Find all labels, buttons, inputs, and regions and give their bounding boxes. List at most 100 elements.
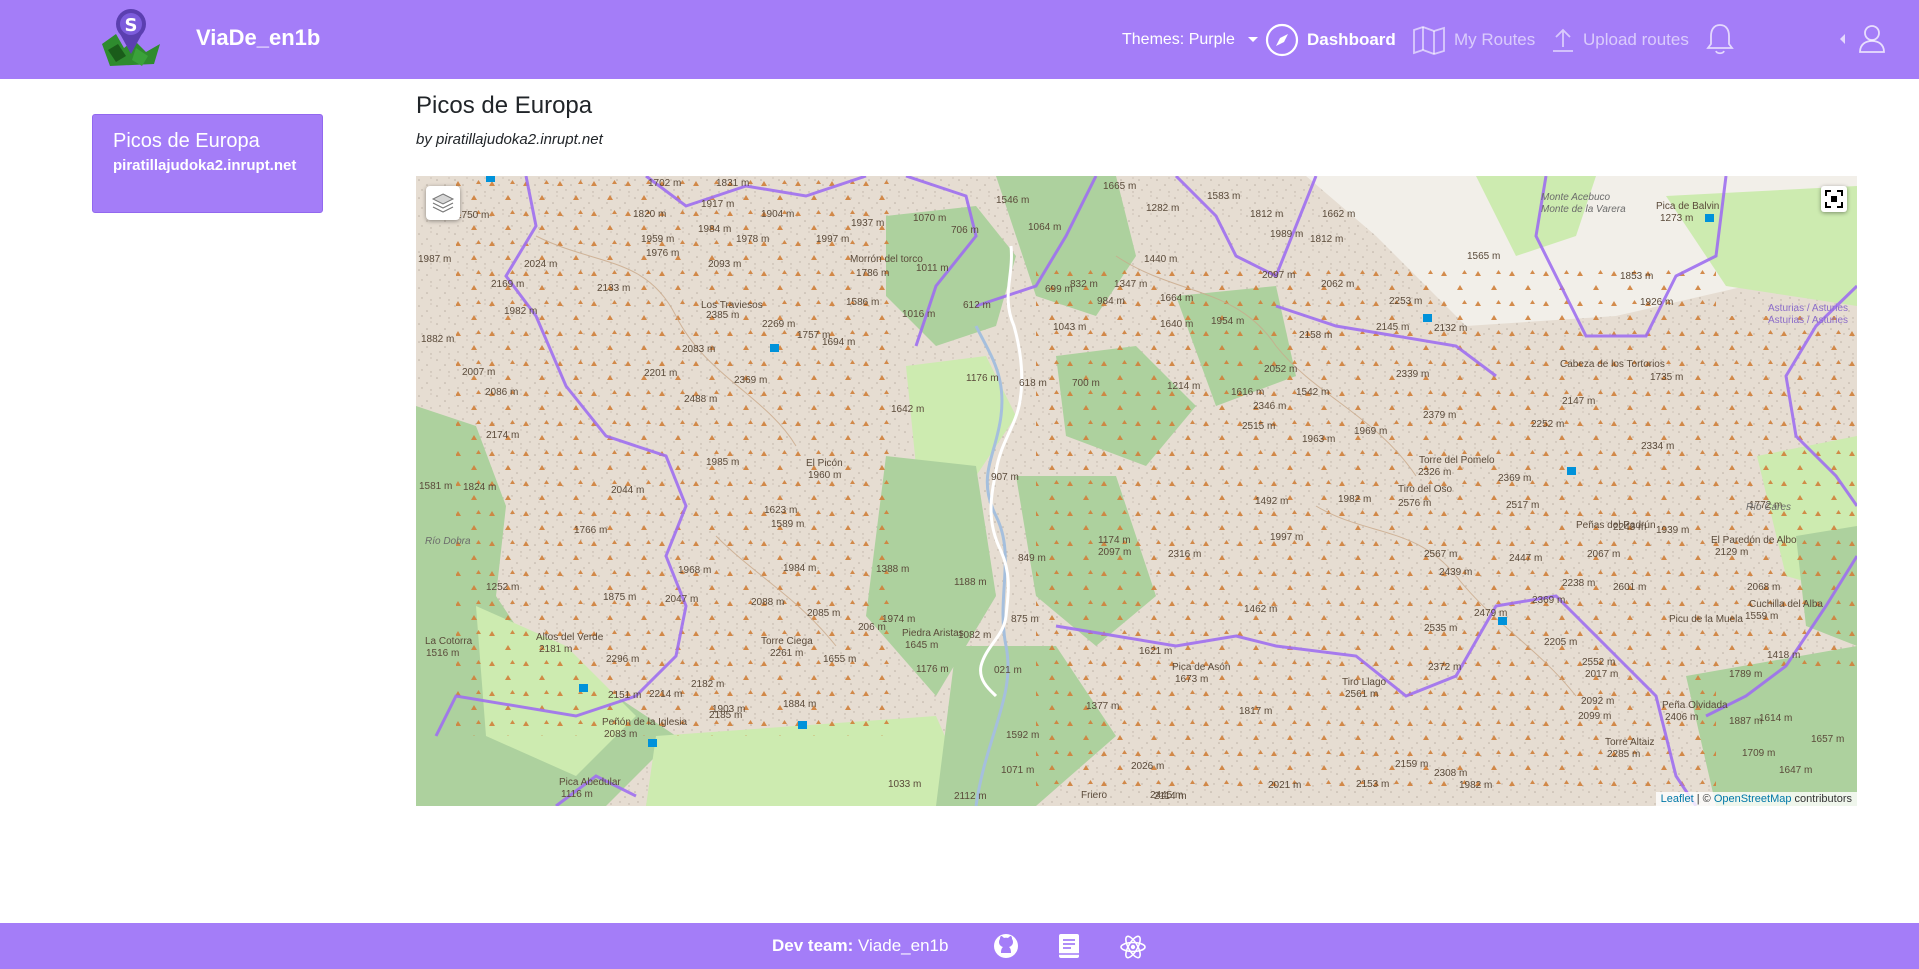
map-label: 1621 m: [1139, 646, 1173, 657]
layers-control-button[interactable]: [426, 186, 460, 220]
book-icon[interactable]: [1057, 933, 1081, 964]
map-label: 1926 m: [1640, 297, 1674, 308]
map-label: 1657 m: [1811, 734, 1845, 745]
map-label: Altos del Verde: [536, 632, 604, 643]
map-label: 2182 m: [691, 679, 725, 690]
map-label: 2067 m: [1587, 549, 1621, 560]
map-label: 1645 m: [905, 640, 939, 651]
map-label: 1665 m: [1103, 181, 1137, 192]
map-label: 1176 m: [966, 373, 999, 384]
map-label: 1640 m: [1160, 319, 1194, 330]
osm-link[interactable]: OpenStreetMap: [1714, 793, 1792, 805]
bell-icon[interactable]: [1705, 22, 1735, 61]
map-label: 2515 m: [1242, 421, 1276, 432]
map-label: 1824 m: [463, 482, 497, 493]
map-label: 706 m: [951, 225, 979, 236]
map-label: 1647 m: [1779, 765, 1813, 776]
route-list-item[interactable]: Picos de Europa piratillajudoka2.inrupt.…: [92, 114, 323, 213]
map-label: Río Dobra: [425, 536, 471, 547]
map-label: 2326 m: [1418, 467, 1452, 478]
map-label: 1616 m: [1231, 387, 1265, 398]
theme-dropdown[interactable]: Themes: Purple: [1122, 0, 1258, 79]
map-label: 2132 m: [1434, 323, 1468, 334]
map-label: 2316 m: [1168, 549, 1202, 560]
map-label: 1820 m: [633, 209, 667, 220]
map-label: 1546 m: [996, 195, 1030, 206]
map-label: 2261 m: [770, 648, 804, 659]
map-label: 1082 m: [958, 630, 992, 641]
map-label: 2133 m: [597, 283, 631, 294]
map-label: Asturias / Asturies: [1768, 315, 1849, 326]
svg-text:S: S: [125, 15, 138, 36]
nav-my-routes-label: My Routes: [1454, 29, 1536, 49]
nav-my-routes[interactable]: My Routes: [1412, 0, 1535, 79]
map-label: 849 m: [1018, 553, 1046, 564]
map-label: El Paredón de Albo: [1711, 535, 1797, 546]
map-label: 2024 m: [524, 259, 558, 270]
map-label: 1583 m: [1207, 191, 1241, 202]
map-label: 1812 m: [1310, 234, 1344, 245]
map-label: 1884 m: [783, 699, 817, 710]
map-label: Torre Altaiz: [1605, 737, 1655, 748]
react-icon[interactable]: [1119, 933, 1147, 966]
map-label: 1853 m: [1620, 271, 1654, 282]
dev-team-text: Dev team: Viade_en1b: [772, 936, 948, 956]
map-label: 1982 m: [1338, 494, 1372, 505]
map-label: 1377 m: [1086, 701, 1120, 712]
map-label: 2145 m: [1376, 322, 1410, 333]
map-label: 1875 m: [603, 592, 637, 603]
map-label: 1214 m: [1167, 381, 1201, 392]
map-label: Cuchilla del Alba: [1749, 599, 1823, 610]
fullscreen-button[interactable]: [1821, 186, 1847, 212]
map-label: 1586 m: [846, 297, 880, 308]
map-label: 1581 m: [419, 481, 453, 492]
map-label: 2253 m: [1389, 296, 1423, 307]
map-label: Asturias / Asturies: [1768, 303, 1849, 314]
map-label: 2334 m: [1641, 441, 1675, 452]
map-label: 1982 m: [504, 306, 538, 317]
map-label: Morrón del torco: [850, 254, 923, 265]
map-label: 2567 m: [1424, 549, 1458, 560]
nav-upload-routes-label: Upload routes: [1583, 29, 1689, 49]
user-icon[interactable]: [1858, 24, 1886, 59]
map-label: 2021 m: [1268, 780, 1302, 791]
map-label: 2552 m: [1582, 657, 1616, 668]
github-icon[interactable]: [993, 933, 1019, 964]
map-label: 2576 m: [1398, 498, 1432, 509]
dev-team-value: Viade_en1b: [853, 936, 949, 955]
app-brand[interactable]: ViaDe_en1b: [196, 25, 320, 51]
map-label: 1016 m: [902, 309, 936, 320]
nav-upload-routes[interactable]: Upload routes: [1551, 0, 1689, 79]
map-label: 206 m: [858, 622, 886, 633]
map-label: 1565 m: [1467, 251, 1501, 262]
nav-dashboard-label: Dashboard: [1307, 29, 1396, 49]
map-label: 1974 m: [882, 614, 916, 625]
map-label: 1347 m: [1114, 279, 1148, 290]
map-label: 2047 m: [665, 594, 699, 605]
map-label: Tiro Llago: [1342, 677, 1387, 688]
map-label: 1542 m: [1296, 387, 1330, 398]
map-label: 1559 m: [1745, 611, 1779, 622]
map-label: 1388 m: [876, 564, 910, 575]
map-label: 1968 m: [678, 565, 712, 576]
map-label: 1642 m: [891, 404, 925, 415]
footer: Dev team: Viade_en1b: [0, 923, 1919, 969]
map-label: 2007 m: [462, 367, 496, 378]
map-label: 021 m: [994, 665, 1022, 676]
map-label: 2296 m: [606, 654, 640, 665]
map-label: Cabeza de los Tortorios: [1560, 359, 1665, 370]
app-logo[interactable]: S: [96, 4, 166, 74]
map-label: 2097 m: [1262, 270, 1296, 281]
nav-dashboard[interactable]: Dashboard: [1265, 0, 1396, 79]
map-label: 1984 m: [698, 224, 732, 235]
chevron-left-icon[interactable]: [1840, 34, 1845, 44]
map-label: 1282 m: [1146, 203, 1180, 214]
map-label: Monte Acebuco: [1541, 192, 1611, 203]
map-label: El Picón: [806, 458, 843, 469]
leaflet-link[interactable]: Leaflet: [1661, 793, 1694, 805]
map-label: 1174 m: [1098, 535, 1131, 546]
theme-dropdown-label: Themes: Purple: [1122, 30, 1235, 48]
map-label: 1440 m: [1144, 254, 1178, 265]
route-map[interactable]: 1702 m 1831 m 1820 m 1917 m 1904 m 1937 m 1070…: [416, 176, 1857, 806]
map-label: Peñas del Padrún: [1576, 520, 1656, 531]
